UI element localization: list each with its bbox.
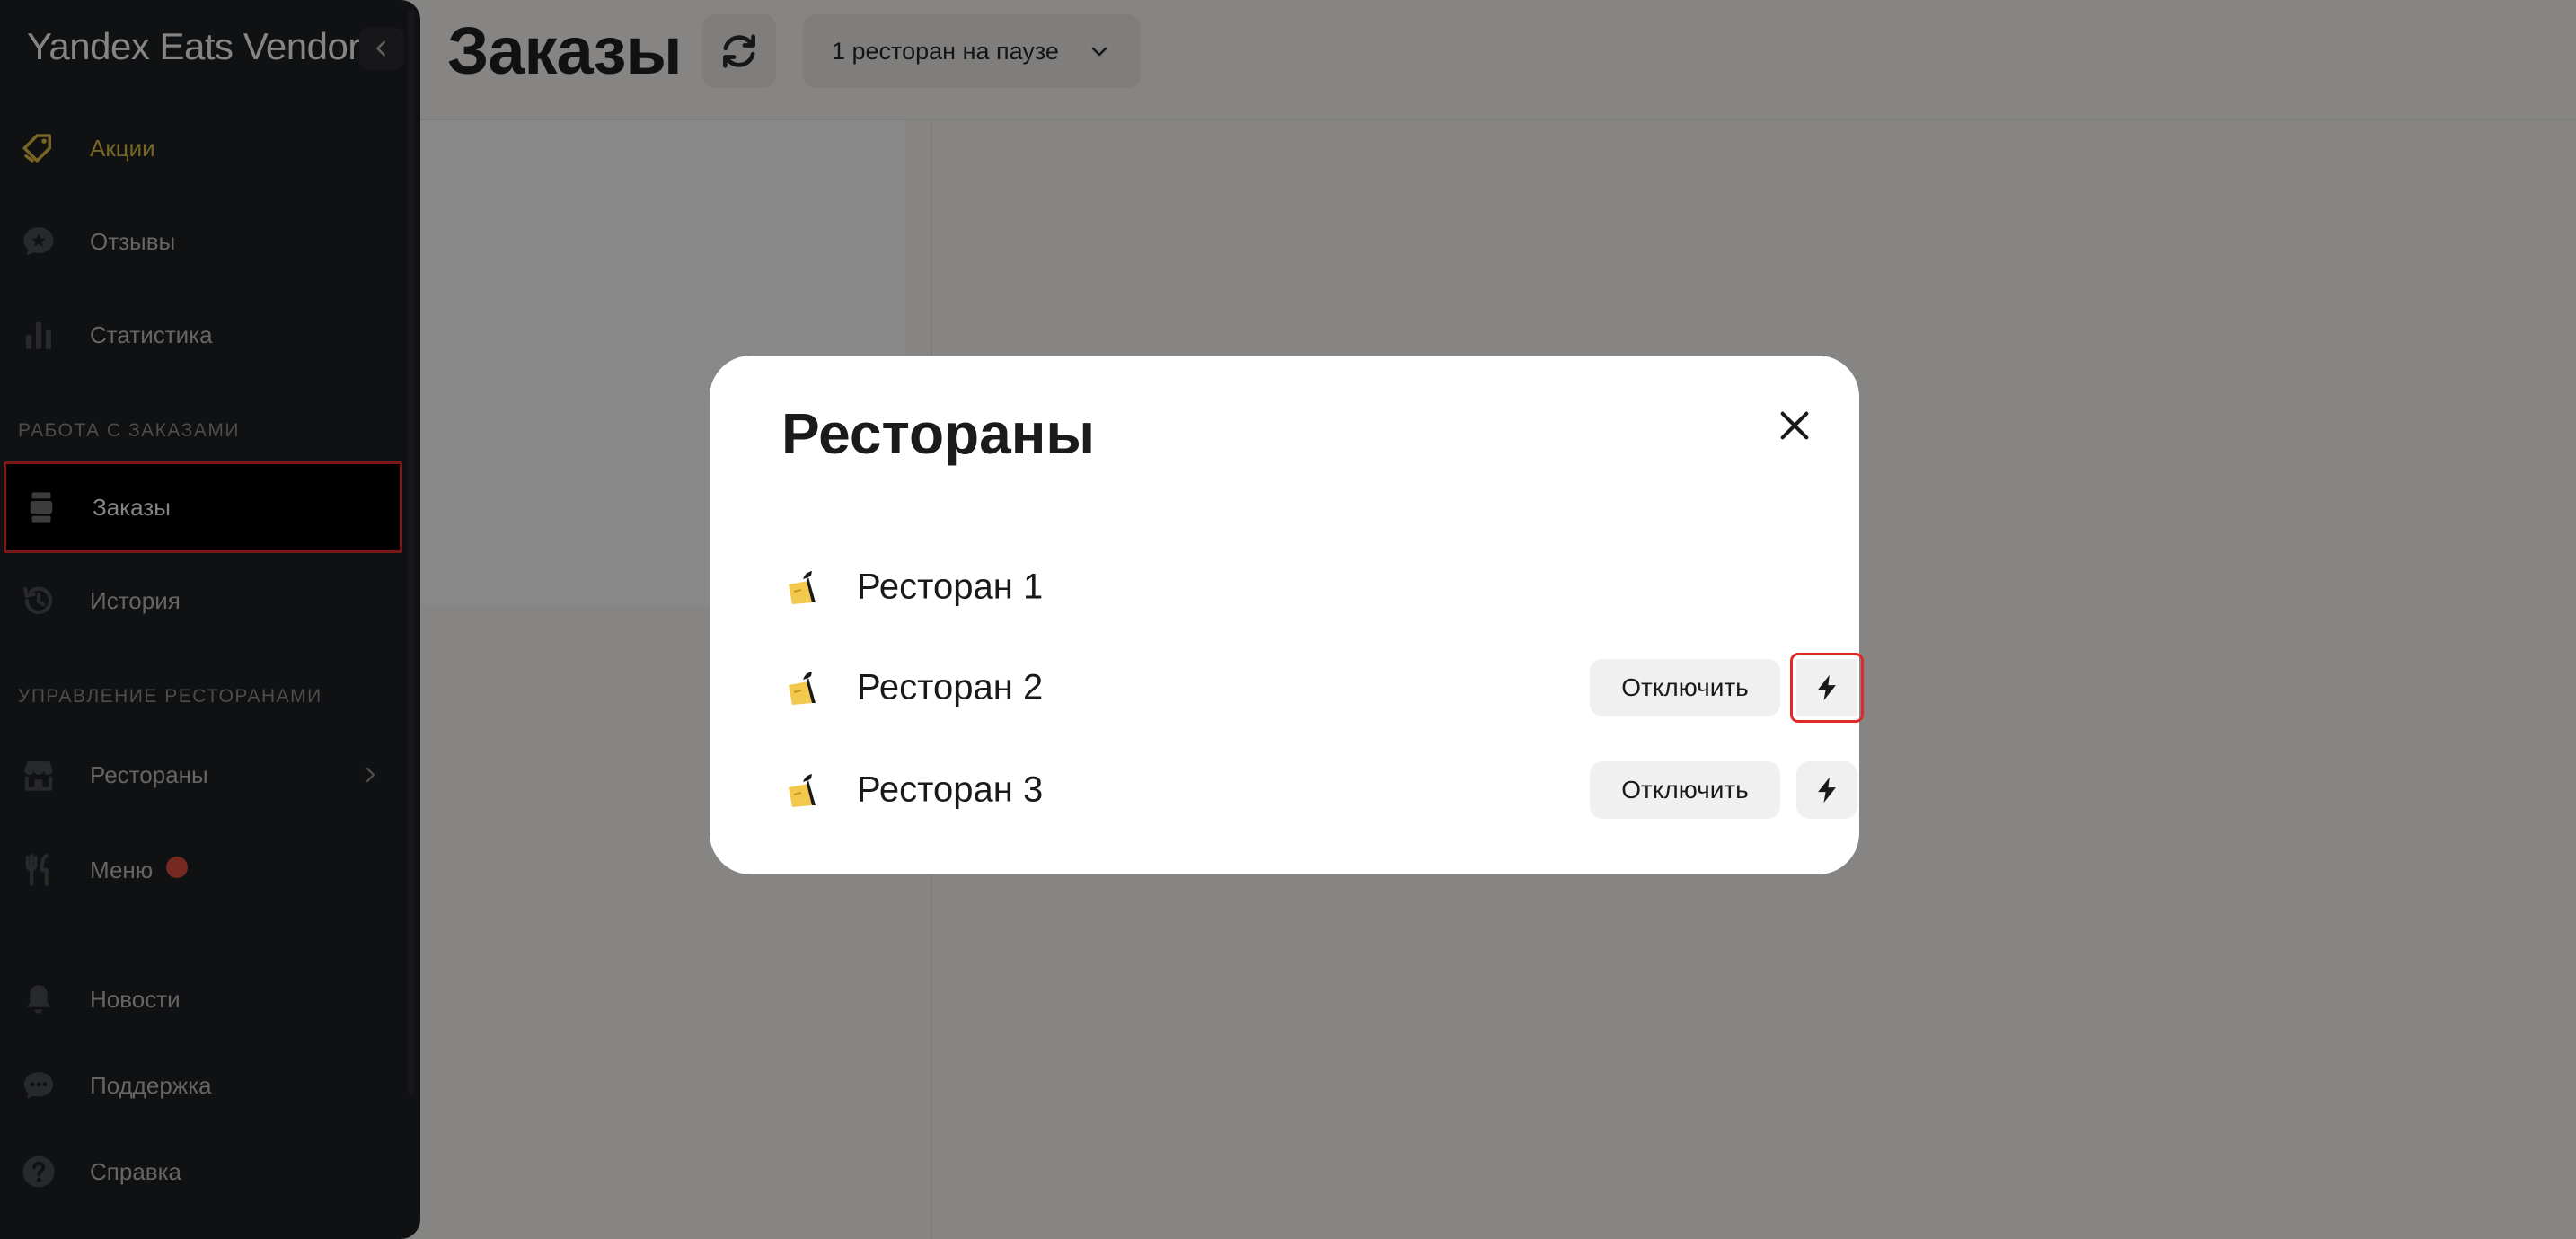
restaurant-row: Ресторан 2 Отключить (781, 652, 1864, 724)
close-modal-button[interactable] (1769, 400, 1820, 451)
restaurant-row: Ресторан 3 Отключить (781, 754, 1857, 826)
restaurant-row: Ресторан 1 (781, 551, 1805, 623)
restaurant-name: Ресторан 3 (857, 769, 1044, 810)
app-root: Yandex Eats Vendor Акции Отзывы Статисти… (0, 0, 2576, 1239)
boost-restaurant-button[interactable] (1790, 653, 1864, 723)
modal-title: Рестораны (781, 401, 1096, 466)
disable-restaurant-button[interactable]: Отключить (1590, 761, 1780, 819)
boost-restaurant-button[interactable] (1796, 761, 1857, 819)
lightning-icon (1818, 777, 1836, 804)
restaurant-logo-icon (789, 672, 816, 705)
disable-restaurant-button[interactable]: Отключить (1590, 659, 1780, 716)
restaurants-modal: Рестораны Ресторан 1 Ресторан 2 Отключит… (710, 356, 1864, 874)
restaurant-name: Ресторан 2 (857, 667, 1044, 707)
close-icon (1780, 411, 1809, 440)
lightning-icon (1818, 674, 1836, 701)
restaurant-logo-icon (789, 774, 816, 807)
restaurant-name: Ресторан 1 (857, 567, 1044, 607)
restaurant-logo-icon (789, 571, 816, 604)
